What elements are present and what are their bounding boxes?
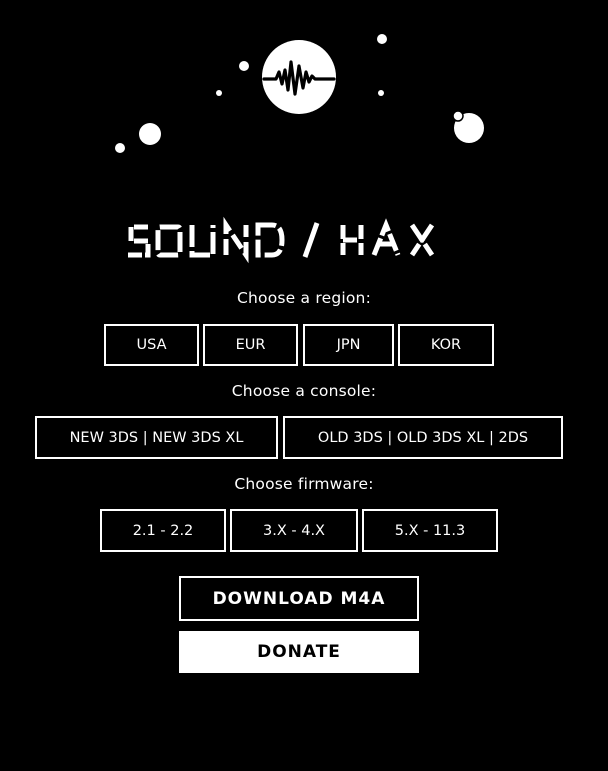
waveform-icon bbox=[262, 40, 336, 114]
donate-button[interactable]: DONATE bbox=[179, 631, 419, 673]
region-label: Choose a region: bbox=[236, 289, 372, 307]
star-dot bbox=[239, 61, 249, 71]
star-dot bbox=[378, 90, 384, 96]
star-dot bbox=[377, 34, 387, 44]
region-kor-button[interactable]: KOR bbox=[398, 324, 494, 366]
star-dot bbox=[216, 90, 222, 96]
download-m4a-button[interactable]: DOWNLOAD M4A bbox=[179, 576, 419, 621]
firmware-2x-button[interactable]: 2.1 - 2.2 bbox=[100, 509, 226, 552]
planet bbox=[139, 123, 161, 145]
firmware-label: Choose firmware: bbox=[234, 475, 374, 493]
brand-logo bbox=[128, 216, 435, 264]
firmware-5x-11x-button[interactable]: 5.X - 11.3 bbox=[362, 509, 498, 552]
region-usa-button[interactable]: USA bbox=[104, 324, 199, 366]
firmware-3x-4x-button[interactable]: 3.X - 4.X bbox=[230, 509, 358, 552]
star-dot bbox=[115, 143, 125, 153]
header-illustration bbox=[115, 34, 484, 153]
console-label: Choose a console: bbox=[231, 382, 377, 400]
region-eur-button[interactable]: EUR bbox=[203, 324, 298, 366]
moon bbox=[452, 110, 464, 122]
console-new3ds-button[interactable]: NEW 3DS | NEW 3DS XL bbox=[35, 416, 278, 459]
console-old3ds-button[interactable]: OLD 3DS | OLD 3DS XL | 2DS bbox=[283, 416, 563, 459]
region-jpn-button[interactable]: JPN bbox=[303, 324, 394, 366]
